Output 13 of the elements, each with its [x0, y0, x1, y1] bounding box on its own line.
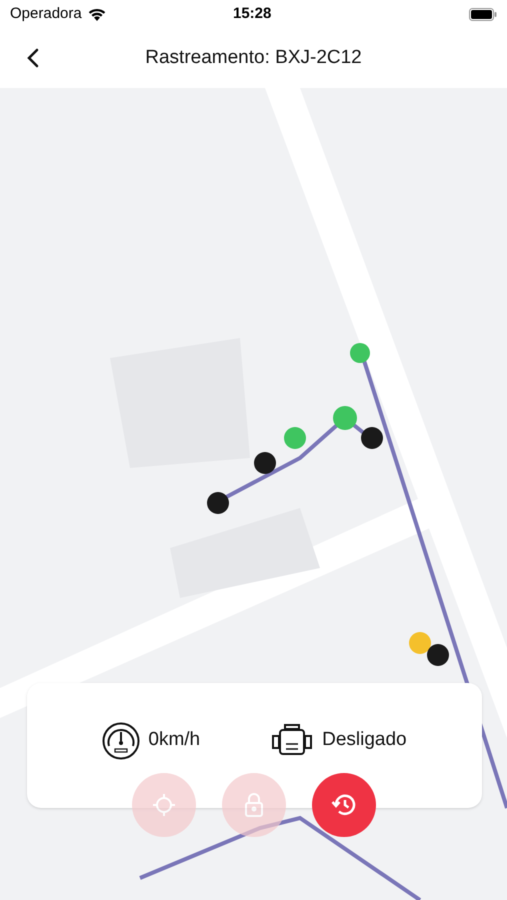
padlock-icon: [243, 792, 265, 818]
speedometer-icon: [102, 722, 140, 760]
carrier-name: Operadora: [10, 4, 82, 24]
screen-title: Rastreamento: BXJ-2C12: [145, 46, 362, 70]
clock-time: 15:28: [233, 4, 272, 24]
wifi-icon: [88, 8, 106, 20]
battery-icon: [469, 8, 497, 20]
speed-value: 0km/h: [148, 728, 200, 752]
engine-icon: [270, 724, 314, 758]
crosshair-icon: [152, 793, 176, 817]
chevron-left-icon: [27, 48, 39, 68]
ignition-status: Desligado: [322, 728, 407, 752]
history-icon: [331, 792, 357, 818]
